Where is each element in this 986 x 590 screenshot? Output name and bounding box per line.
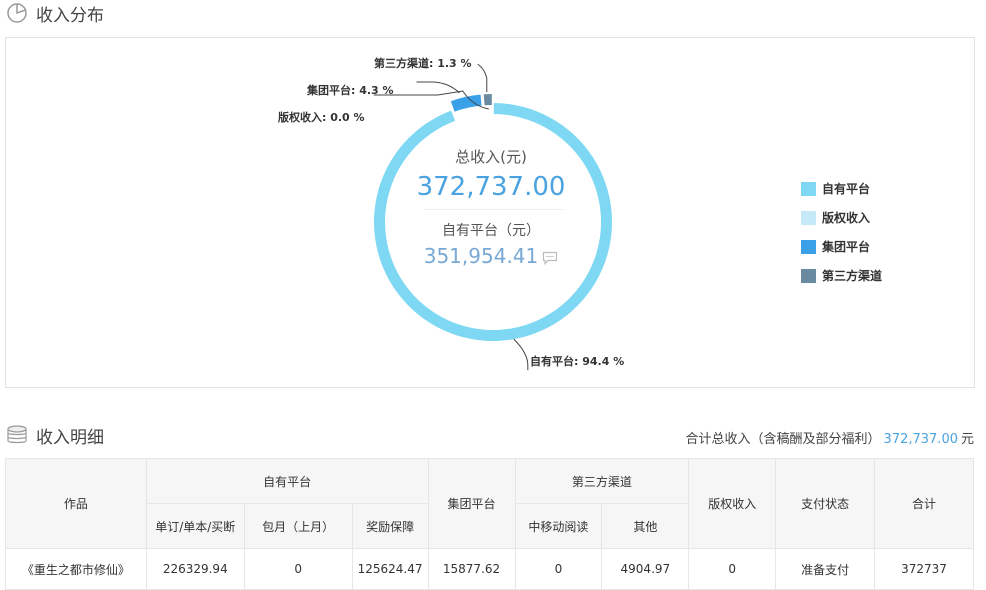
cell-work[interactable]: 《重生之都市修仙》 [5,548,147,590]
cell-copyright: 0 [688,548,777,590]
coins-stack-icon [7,425,27,444]
col-header-third-party: 第三方渠道 [514,458,690,504]
cell-status: 准备支付 [775,548,876,590]
own-platform-value-row: 351,954.41 [391,244,591,268]
callout-copyright: 版权收入: 0.0 % [278,111,365,124]
total-income-value: 372,737.00 [416,172,566,202]
legend-label: 第三方渠道 [822,269,883,283]
comment-icon[interactable] [542,251,558,265]
cell-other: 4904.97 [601,548,690,590]
pie-chart-icon [7,3,27,23]
income-detail-table: 作品 自有平台 集团平台 第三方渠道 版权收入 支付状态 合计 单订/单本/买断… [5,458,974,590]
callout-own-platform: 自有平台: 94.4 % [530,355,625,368]
col-header-reward: 奖励保障 [351,503,429,549]
legend-label: 集团平台 [822,240,871,254]
legend-item-third-party[interactable]: 第三方渠道 [801,261,882,290]
total-summary: 合计总收入（含稿酬及部分福利） 372,737.00 元 [686,428,974,447]
col-header-work: 作品 [5,458,147,549]
legend-item-group-platform[interactable]: 集团平台 [801,232,882,261]
leader-line-own-platform [513,338,529,371]
chart-legend: 自有平台 版权收入 集团平台 第三方渠道 [801,174,882,290]
cell-subscription: 226329.94 [145,548,245,590]
legend-label: 自有平台 [822,182,871,196]
legend-swatch [801,268,816,283]
legend-item-copyright[interactable]: 版权收入 [801,203,882,232]
donut-slice-third-party[interactable] [483,94,492,106]
col-header-pay-status: 支付状态 [775,458,876,549]
detail-title: 收入明细 [36,427,104,448]
detail-header: 收入明细 [6,422,104,448]
col-header-monthly: 包月（上月） [243,503,353,549]
total-summary-unit: 元 [960,432,974,447]
legend-item-own-platform[interactable]: 自有平台 [801,174,882,203]
leader-line-group-platform [416,81,460,94]
col-header-total: 合计 [874,458,974,549]
legend-swatch [801,239,816,254]
total-summary-amount: 372,737.00 [883,432,958,447]
col-header-group-platform: 集团平台 [427,458,516,549]
col-header-own-platform: 自有平台 [145,458,429,504]
cell-total: 372737 [874,548,974,590]
callout-third-party: 第三方渠道: 1.3 % [374,57,472,70]
distribution-title: 收入分布 [36,5,104,26]
cell-group: 15877.62 [427,548,516,590]
cell-cmread: 0 [514,548,603,590]
col-header-subscription: 单订/单本/买断 [145,503,245,549]
leader-line-third-party [477,63,488,93]
distribution-header: 收入分布 [6,0,104,26]
distribution-panel: 总收入(元) 372,737.00 自有平台（元） 351,954.41 第三方… [5,37,975,388]
col-header-cmread: 中移动阅读 [514,503,603,549]
own-platform-label: 自有平台（元） [442,223,540,239]
own-platform-value: 351,954.41 [423,244,539,268]
total-summary-label: 合计总收入（含稿酬及部分福利） [685,432,881,447]
center-divider [424,209,564,210]
donut-slice-group-platform[interactable] [450,94,482,112]
table-header-row: 作品 自有平台 集团平台 第三方渠道 版权收入 支付状态 合计 [5,458,974,549]
legend-swatch [801,181,816,196]
total-income-label: 总收入(元) [455,148,527,166]
legend-swatch [801,210,816,225]
legend-label: 版权收入 [822,211,871,225]
table-row: 《重生之都市修仙》 226329.94 0 125624.47 15877.62… [5,548,974,590]
callout-group-platform: 集团平台: 4.3 % [307,84,394,97]
cell-monthly: 0 [243,548,353,590]
col-header-copyright: 版权收入 [688,458,777,549]
cell-reward: 125624.47 [351,548,429,590]
col-header-other: 其他 [601,503,690,549]
